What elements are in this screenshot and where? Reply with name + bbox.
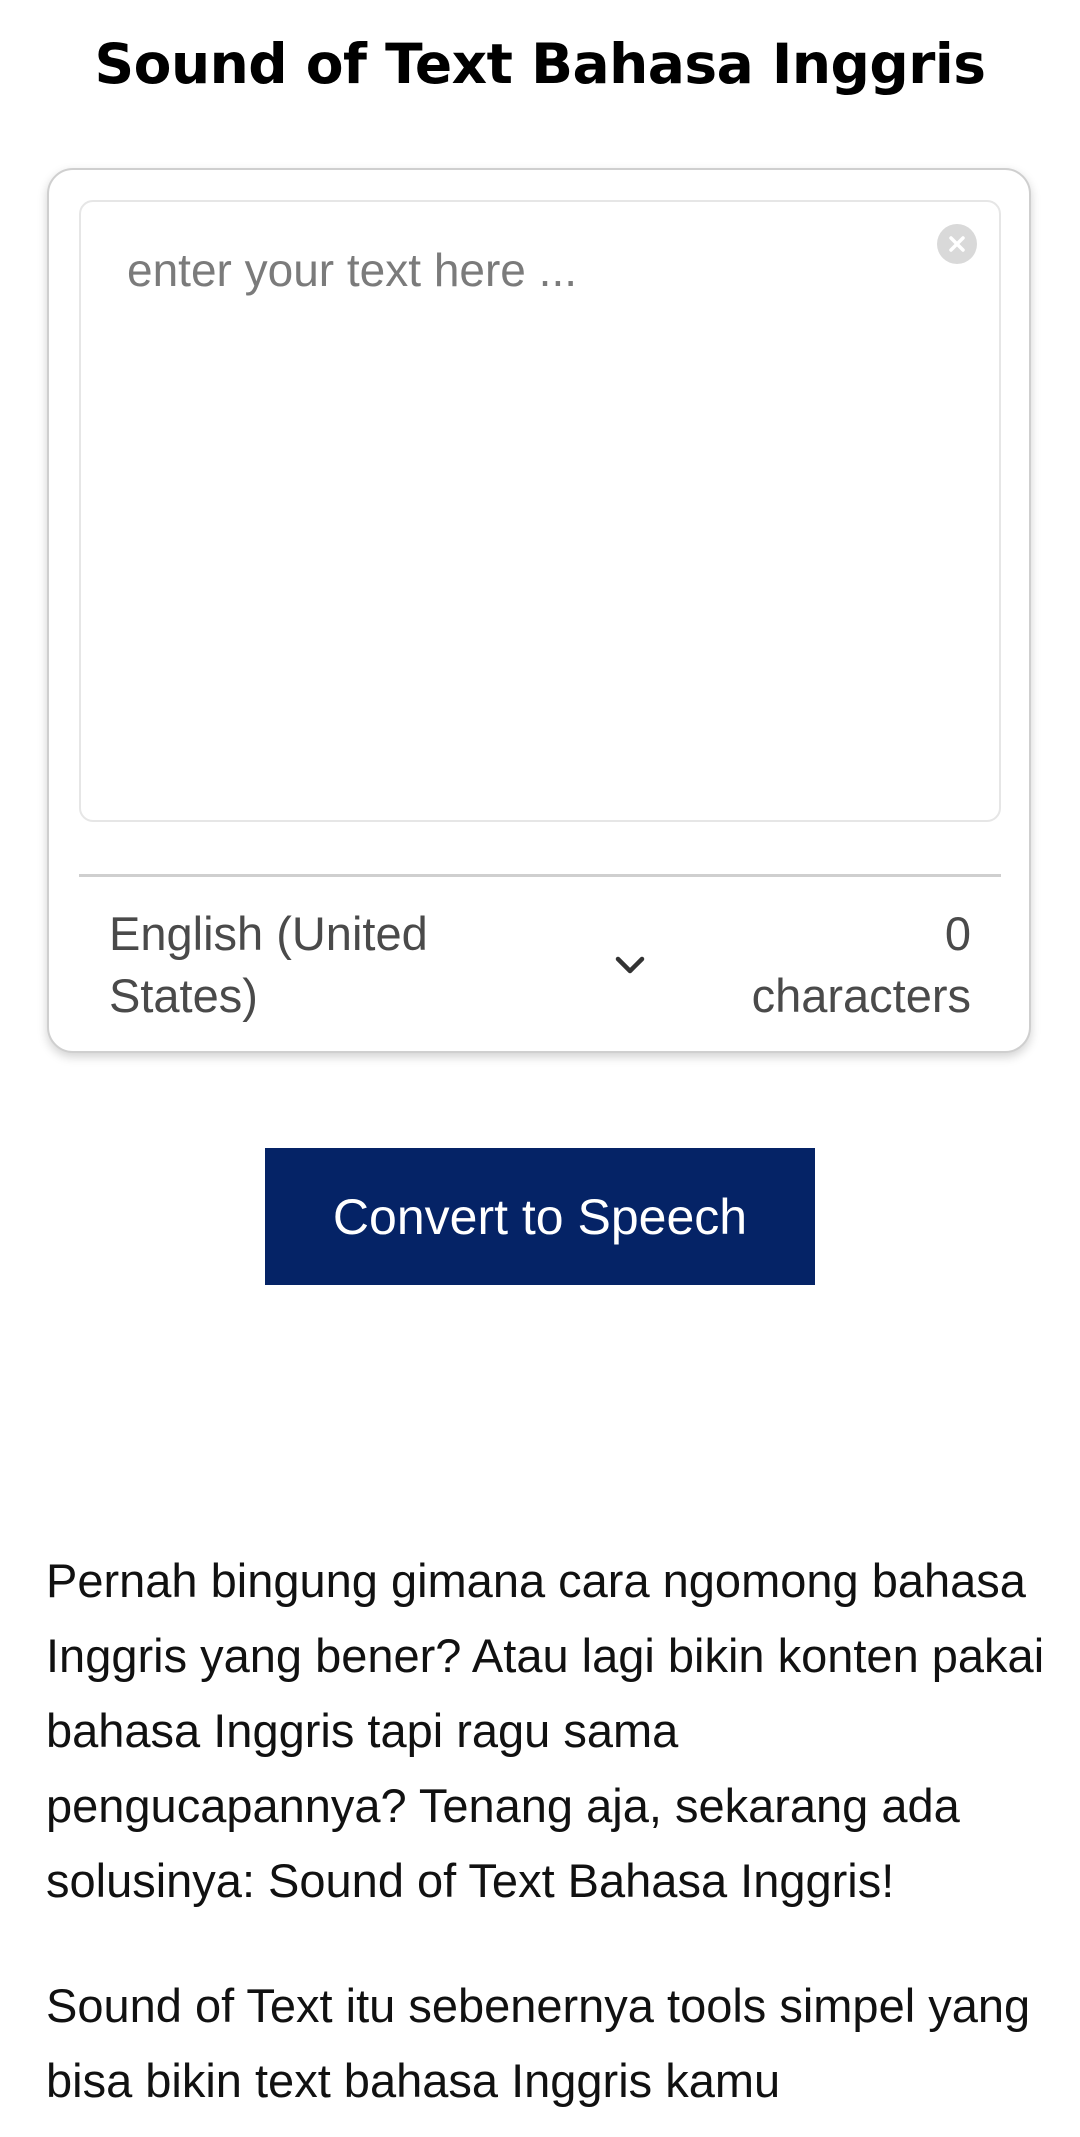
article-paragraph: Pernah bingung gimana cara ngomong bahas… <box>46 1554 1045 1907</box>
close-icon <box>949 236 965 252</box>
page-title: Sound of Text Bahasa Inggris <box>94 32 986 96</box>
language-select[interactable]: English (United States) <box>109 900 699 1030</box>
character-count-value: 0 <box>944 907 971 960</box>
language-label-line2: States) <box>109 969 258 1022</box>
clear-text-icon[interactable] <box>937 224 977 264</box>
language-selected-value: English (United States) <box>109 903 589 1027</box>
convert-to-speech-button[interactable]: Convert to Speech <box>265 1148 815 1285</box>
text-to-speech-card: English (United States) 0 characters <box>47 168 1031 1053</box>
article-body: Pernah bingung gimana cara ngomong bahas… <box>46 1543 1046 2137</box>
text-input[interactable] <box>83 204 943 816</box>
character-counter: 0 characters <box>671 900 971 1030</box>
text-input-container <box>79 200 1001 822</box>
card-divider <box>79 874 1001 877</box>
chevron-down-icon <box>615 956 645 974</box>
language-label-line1: English (United <box>109 907 428 960</box>
article-paragraph: Sound of Text itu sebenernya tools simpe… <box>46 1979 1031 2107</box>
character-count-unit: characters <box>751 969 971 1022</box>
